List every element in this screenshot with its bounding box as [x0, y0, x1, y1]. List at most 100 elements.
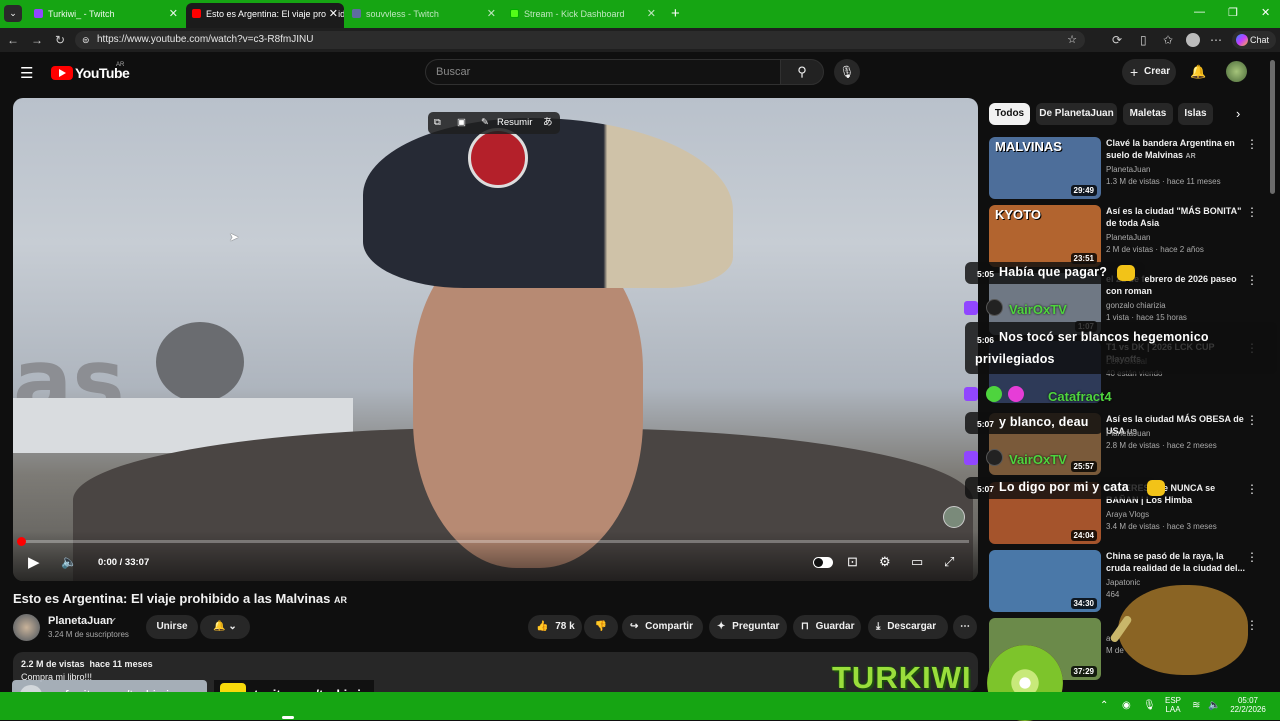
tab-actions-button[interactable]: ⌄ — [4, 5, 22, 22]
back-icon[interactable]: ← — [7, 33, 19, 47]
clock[interactable]: 05:07 22/2/2026 — [1226, 696, 1270, 714]
subscribe-bell-button[interactable]: 🔔 ⌄ — [200, 615, 250, 639]
share-button[interactable]: ↪ Compartir — [622, 615, 703, 639]
channel-name[interactable]: PlanetaJuan — [48, 615, 113, 627]
forward-icon[interactable]: → — [31, 33, 43, 47]
url-field[interactable]: ⊜ https://www.youtube.com/watch?v=c3-R8f… — [75, 31, 1085, 49]
search-button[interactable]: ⚲ — [780, 59, 824, 85]
browser-tab-twitch-turkiwi[interactable]: Turkiwi_ - Twitch ✕ — [28, 3, 184, 28]
volume-icon[interactable]: 🔈 — [61, 554, 77, 570]
extension-icon[interactable]: ⟳ — [1112, 33, 1122, 47]
more-vert-icon[interactable]: ⋮ — [1246, 205, 1258, 219]
summarize-button[interactable]: Resumir — [497, 112, 532, 134]
ask-label: Preguntar — [732, 621, 780, 632]
recommendation-title[interactable]: Clavé la bandera Argentina en suelo de M… — [1106, 137, 1246, 163]
recommendation-channel[interactable]: Araya Vlogs — [1106, 510, 1149, 519]
chip-de-planetajuan[interactable]: De PlanetaJuan — [1036, 103, 1117, 125]
video-player[interactable]: as ➤ ▶ 🔈 0:00 / 33:07 ⊡ ⚙ ▭ ⤢ — [13, 98, 978, 581]
favorites-icon[interactable]: ✩ — [1163, 33, 1173, 47]
wifi-icon[interactable]: ≋ — [1192, 701, 1200, 711]
restore-icon[interactable]: ❐ — [1228, 6, 1238, 19]
recommendation-title[interactable]: Así es la ciudad "MÁS BONITA" de toda As… — [1106, 205, 1246, 231]
close-window-icon[interactable]: ✕ — [1261, 6, 1270, 19]
microphone-icon: 🎙 — [839, 65, 855, 79]
reload-icon[interactable]: ↻ — [55, 33, 65, 47]
chevron-right-icon[interactable]: › — [1236, 106, 1240, 121]
recommendation-channel[interactable]: Japatonic — [1106, 578, 1140, 587]
ask-button[interactable]: ✦ Preguntar — [709, 615, 787, 639]
chat-time: 5:05 — [977, 269, 995, 279]
tray-chevron-icon[interactable]: ⌃ — [1100, 701, 1108, 711]
more-vert-icon[interactable]: ⋮ — [1246, 550, 1258, 564]
browser-tab-youtube[interactable]: Esto es Argentina: El viaje prohibido ✕ — [186, 3, 344, 28]
recommendation-channel[interactable]: PlanetaJuan — [1106, 429, 1150, 438]
close-tab-icon[interactable]: ✕ — [647, 3, 656, 25]
kick-icon — [510, 9, 519, 18]
menu-icon[interactable]: ☰ — [20, 64, 33, 82]
tab-title: Stream - Kick Dashboard — [524, 9, 625, 19]
thumbs-down-icon: 👎 — [594, 621, 608, 632]
like-button[interactable]: 👍 78 k — [528, 615, 582, 639]
close-tab-icon[interactable]: ✕ — [487, 3, 496, 25]
minimize-icon[interactable]: — — [1194, 6, 1205, 18]
browser-tab-twitch-souvvless[interactable]: souvvless - Twitch ✕ — [346, 3, 502, 28]
microphone-tray-icon[interactable]: 🎙 — [1143, 701, 1156, 711]
play-icon[interactable]: ▶ — [28, 553, 40, 571]
create-button[interactable]: + Crear — [1122, 59, 1176, 85]
recommendation-title[interactable]: China se pasó de la raya, la cruda reali… — [1106, 550, 1246, 576]
video-thumbnail[interactable]: KYOTO 23:51 — [989, 205, 1101, 267]
video-thumbnail[interactable]: MALVINAS 29:49 — [989, 137, 1101, 199]
join-button[interactable]: Unirse — [146, 615, 198, 639]
browser-tab-kick[interactable]: Stream - Kick Dashboard ✕ — [504, 3, 662, 28]
download-button[interactable]: ⤓ Descargar — [868, 615, 948, 639]
favorite-star-icon[interactable]: ☆ — [1067, 31, 1077, 49]
notifications-bell-icon[interactable]: 🔔 — [1190, 64, 1206, 80]
channel-avatar[interactable] — [13, 614, 40, 641]
more-vert-icon[interactable]: ⋮ — [1246, 137, 1258, 151]
speaker-icon[interactable]: 🔈 — [1208, 701, 1220, 711]
network-icon[interactable]: ◉ — [1122, 701, 1131, 711]
language-indicator[interactable]: ESP LAA — [1162, 696, 1184, 714]
recommendation-item[interactable]: MALVINAS 29:49 Clavé la bandera Argentina … — [989, 137, 1269, 199]
autoplay-toggle[interactable] — [813, 557, 833, 568]
more-vert-icon[interactable]: ⋮ — [1246, 482, 1258, 496]
new-tab-icon[interactable]: + — [671, 5, 680, 22]
channel-watermark[interactable] — [943, 506, 965, 528]
chip-maletas[interactable]: Maletas — [1123, 103, 1173, 125]
copilot-chat-button[interactable]: Chat — [1232, 31, 1276, 49]
youtube-logo-icon[interactable] — [51, 66, 73, 80]
more-vert-icon[interactable]: ⋮ — [1246, 273, 1258, 287]
site-info-icon[interactable]: ⊜ — [82, 31, 90, 49]
save-button[interactable]: ⊓ Guardar — [793, 615, 861, 639]
progress-bar[interactable] — [17, 537, 969, 546]
video-frame-cap — [363, 118, 733, 288]
progress-scrubber[interactable] — [17, 537, 26, 546]
recommendation-channel[interactable]: PlanetaJuan — [1106, 233, 1150, 242]
visual-search-icon[interactable]: ▣ — [457, 112, 466, 134]
dislike-button[interactable]: 👎 — [584, 615, 618, 639]
more-vert-icon[interactable]: ⋮ — [1246, 413, 1258, 427]
close-tab-icon[interactable]: ✕ — [325, 3, 338, 25]
video-thumbnail[interactable]: 34:30 — [989, 550, 1101, 612]
split-screen-icon[interactable]: ▯ — [1140, 33, 1147, 47]
profile-avatar[interactable] — [1186, 33, 1200, 47]
subtitles-icon[interactable]: ⊡ — [847, 554, 858, 570]
page-scrollbar[interactable] — [1270, 60, 1275, 194]
fullscreen-icon[interactable]: ⤢ — [944, 554, 954, 570]
close-tab-icon[interactable]: ✕ — [169, 3, 178, 25]
more-icon[interactable]: ⋯ — [1210, 33, 1222, 47]
recommendation-channel[interactable]: gonzalo chiarizia — [1106, 301, 1166, 310]
more-actions-button[interactable]: ⋯ — [953, 615, 977, 639]
recommendation-item[interactable]: KYOTO 23:51 Así es la ciudad "MÁS BONITA" … — [989, 205, 1269, 267]
theater-mode-icon[interactable]: ▭ — [911, 554, 923, 570]
chip-todos[interactable]: Todos — [989, 103, 1030, 125]
search-input[interactable]: Buscar — [425, 59, 781, 85]
voice-search-button[interactable]: 🎙 — [834, 59, 860, 85]
chip-islas[interactable]: Islas — [1178, 103, 1213, 125]
account-avatar[interactable] — [1226, 61, 1247, 82]
picture-in-picture-icon[interactable]: ⧉ — [434, 112, 441, 134]
translate-icon[interactable]: あ — [543, 112, 553, 134]
recommendation-channel[interactable]: PlanetaJuan — [1106, 165, 1150, 174]
settings-gear-icon[interactable]: ⚙ — [879, 554, 891, 570]
summarize-icon[interactable]: ✎ — [481, 112, 489, 134]
